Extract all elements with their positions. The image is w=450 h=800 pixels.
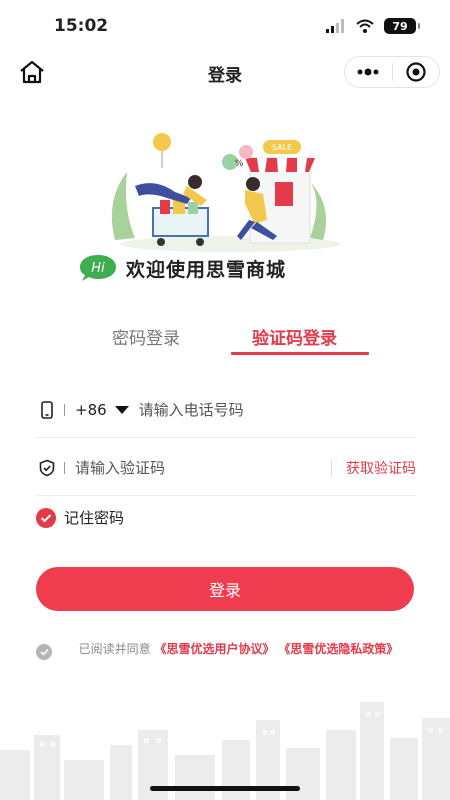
get-code-area: 获取验证码 xyxy=(331,458,416,478)
phone-field-divider xyxy=(64,403,65,416)
login-tabs: 密码登录 验证码登录 xyxy=(0,322,450,358)
hi-text: Hi xyxy=(91,261,105,276)
code-row: 获取验证码 xyxy=(36,440,416,496)
tab-code-login[interactable]: 验证码登录 xyxy=(252,324,337,349)
home-indicator xyxy=(150,786,300,791)
agreement-text: 已阅读并同意 《思雪优选用户协议》 《思雪优选隐私政策》 xyxy=(66,640,411,659)
verification-code-input[interactable] xyxy=(75,458,331,477)
sale-sign-text: SALE xyxy=(272,143,292,152)
remember-password-label: 记住密码 xyxy=(64,509,125,527)
city-skyline-background xyxy=(0,702,450,800)
user-agreement-link[interactable]: 《思雪优选用户协议》 xyxy=(154,642,274,656)
hi-bubble-icon: Hi xyxy=(78,253,118,283)
battery-icon: 79 xyxy=(384,18,420,34)
agreement-prefix: 已阅读并同意 xyxy=(78,642,151,656)
country-code[interactable]: +86 xyxy=(75,401,107,419)
more-dots-icon xyxy=(357,68,379,76)
shopping-illustration: SALE % xyxy=(111,133,340,252)
remember-checkbox-checked-icon[interactable] xyxy=(36,507,56,528)
more-button[interactable] xyxy=(345,57,392,87)
remember-password[interactable]: 记住密码 xyxy=(36,507,124,528)
wifi-icon xyxy=(356,19,374,33)
login-button[interactable]: 登录 xyxy=(36,567,414,611)
status-icons: 79 xyxy=(326,18,420,34)
code-field-divider xyxy=(64,461,65,474)
get-code-button[interactable]: 获取验证码 xyxy=(346,458,416,478)
status-time: 15:02 xyxy=(54,16,109,36)
active-tab-indicator xyxy=(231,352,369,355)
privacy-policy-link[interactable]: 《思雪优选隐私政策》 xyxy=(278,642,398,656)
welcome-text: 欢迎使用思雪商城 xyxy=(126,258,287,281)
country-code-dropdown-icon[interactable] xyxy=(114,405,129,414)
target-icon xyxy=(406,62,426,82)
status-bar: 15:02 79 xyxy=(0,0,450,52)
shield-check-icon xyxy=(39,459,55,476)
get-code-divider xyxy=(331,459,332,476)
nav-bar: 登录 xyxy=(0,52,450,92)
close-miniprogram-button[interactable] xyxy=(393,57,440,87)
miniprogram-capsule xyxy=(344,56,440,88)
welcome-banner: Hi 欢迎使用思雪商城 xyxy=(78,250,286,286)
phone-input[interactable] xyxy=(138,400,416,419)
tab-password-login[interactable]: 密码登录 xyxy=(112,324,180,349)
phone-icon xyxy=(41,400,53,419)
signal-icon xyxy=(326,19,344,33)
agreement-checkbox-icon[interactable] xyxy=(36,644,52,660)
discount-badge-text: % xyxy=(235,159,244,169)
phone-row: +86 xyxy=(36,382,416,438)
